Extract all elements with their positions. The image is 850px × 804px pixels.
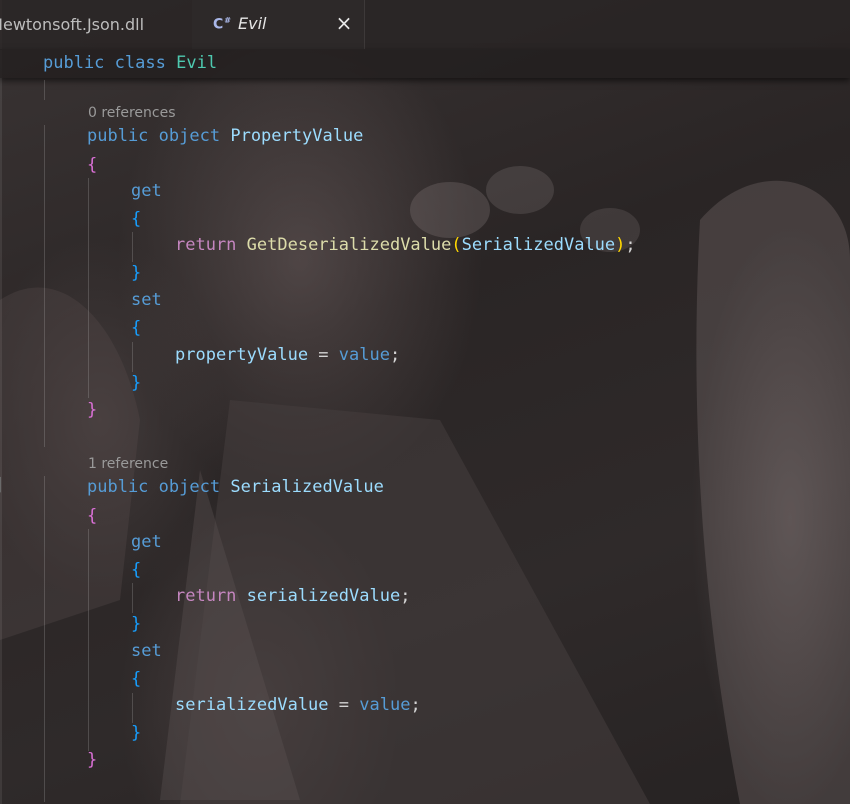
code-line[interactable]: { bbox=[87, 154, 97, 176]
close-brace: } bbox=[131, 614, 142, 634]
close-brace: } bbox=[131, 263, 142, 283]
indent-guide bbox=[132, 342, 133, 372]
field-name: serializedValue bbox=[175, 695, 329, 715]
tab-label: Newtonsoft.Json.dll bbox=[0, 15, 145, 34]
argument: SerializedValue bbox=[461, 235, 616, 255]
code-line[interactable]: return serializedValue; bbox=[175, 585, 410, 607]
code-line[interactable]: { bbox=[131, 668, 141, 690]
sticky-scroll-header[interactable]: public class Evil bbox=[0, 49, 850, 78]
semicolon: ; bbox=[625, 235, 636, 255]
code-line[interactable]: } bbox=[87, 749, 97, 771]
code-line[interactable]: public object PropertyValue bbox=[87, 125, 363, 147]
close-icon[interactable]: × bbox=[334, 10, 354, 36]
gutter-marker: ▏ bbox=[0, 478, 8, 493]
code-line[interactable]: set bbox=[131, 289, 162, 311]
open-brace: { bbox=[131, 560, 142, 580]
class-declaration-line[interactable]: public class Evil bbox=[43, 52, 217, 74]
accessor-get: get bbox=[131, 532, 162, 552]
code-editor[interactable]: Newtonsoft.Json.dll C# Evil × public cla… bbox=[0, 0, 850, 804]
window-edge bbox=[0, 0, 2, 804]
method-name: GetDeserializedValue bbox=[246, 235, 452, 255]
code-line[interactable]: serializedValue = value; bbox=[175, 694, 421, 716]
code-line[interactable]: { bbox=[131, 559, 141, 581]
indent-guide bbox=[132, 232, 133, 262]
field-name: propertyValue bbox=[175, 345, 309, 365]
semicolon: ; bbox=[400, 586, 411, 606]
code-line[interactable]: { bbox=[131, 317, 141, 339]
close-paren: ) bbox=[615, 235, 626, 255]
open-brace: { bbox=[131, 669, 142, 689]
code-line[interactable]: set bbox=[131, 640, 162, 662]
code-line[interactable]: get bbox=[131, 180, 162, 202]
keyword: public bbox=[87, 477, 149, 497]
keyword: object bbox=[158, 477, 221, 497]
accessor-set: set bbox=[131, 641, 162, 661]
code-line[interactable]: propertyValue = value; bbox=[175, 344, 400, 366]
close-brace: } bbox=[87, 400, 98, 420]
return-keyword: return bbox=[175, 586, 237, 606]
code-line[interactable]: { bbox=[87, 505, 97, 527]
operator: = bbox=[328, 695, 360, 715]
codelens-references[interactable]: 0 references bbox=[88, 104, 176, 122]
tab-evil[interactable]: C# Evil × bbox=[192, 0, 365, 49]
operator: = bbox=[308, 345, 339, 365]
csharp-file-icon: C# bbox=[213, 16, 231, 33]
accessor-set: set bbox=[131, 290, 162, 310]
semicolon: ; bbox=[410, 695, 421, 715]
codelens-references[interactable]: 1 reference bbox=[88, 455, 168, 473]
keyword: object bbox=[158, 126, 221, 146]
code-line[interactable]: } bbox=[131, 613, 141, 635]
tab-bar: Newtonsoft.Json.dll C# Evil × bbox=[0, 0, 850, 50]
accessor-get: get bbox=[131, 181, 162, 201]
indent-guide bbox=[132, 693, 133, 723]
keyword: class bbox=[114, 53, 166, 73]
open-brace: { bbox=[131, 209, 142, 229]
indent-guide bbox=[88, 178, 89, 398]
code-line[interactable]: } bbox=[131, 372, 141, 394]
open-brace: { bbox=[87, 155, 98, 175]
keyword: public bbox=[87, 126, 149, 146]
open-brace: { bbox=[131, 318, 142, 338]
value-keyword: value bbox=[359, 695, 411, 715]
field-name: serializedValue bbox=[246, 586, 401, 606]
open-paren: ( bbox=[451, 235, 462, 255]
keyword: public bbox=[43, 53, 105, 73]
code-line[interactable]: } bbox=[87, 399, 97, 421]
close-brace: } bbox=[131, 373, 142, 393]
indent-guide bbox=[132, 583, 133, 613]
indent-guide bbox=[44, 476, 45, 802]
close-brace: } bbox=[131, 723, 142, 743]
code-line[interactable]: } bbox=[131, 262, 141, 284]
code-line[interactable]: } bbox=[131, 722, 141, 744]
return-keyword: return bbox=[175, 235, 237, 255]
value-keyword: value bbox=[338, 345, 390, 365]
indent-guide bbox=[44, 125, 45, 447]
tab-newtonsoft-json[interactable]: Newtonsoft.Json.dll bbox=[0, 0, 190, 49]
property-name: SerializedValue bbox=[230, 477, 384, 497]
property-name: PropertyValue bbox=[230, 126, 364, 146]
semicolon: ; bbox=[389, 345, 401, 365]
indent-guide bbox=[88, 529, 89, 751]
indent-guide bbox=[44, 80, 45, 100]
code-line[interactable]: get bbox=[131, 531, 162, 553]
code-line[interactable]: { bbox=[131, 208, 141, 230]
code-line[interactable]: return GetDeserializedValue(SerializedVa… bbox=[175, 234, 636, 256]
code-line[interactable]: public object SerializedValue bbox=[87, 476, 384, 498]
close-brace: } bbox=[87, 750, 98, 770]
open-brace: { bbox=[87, 506, 98, 526]
tab-label: Evil bbox=[238, 14, 267, 33]
class-name: Evil bbox=[176, 53, 218, 73]
